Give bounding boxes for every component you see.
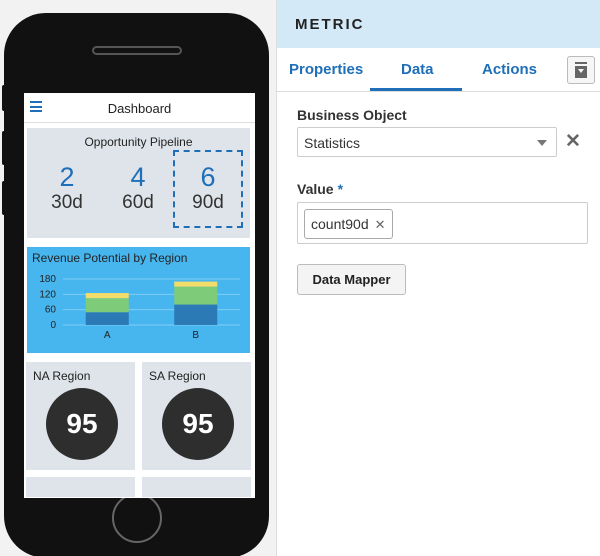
metric-90d-selected[interactable]: 6 90d (173, 150, 243, 228)
metric-60d[interactable]: 4 60d (103, 162, 173, 214)
value-label: Value * (297, 181, 343, 197)
x-tick-label: A (104, 330, 111, 341)
metric-value: 4 (130, 162, 146, 192)
pipeline-title: Opportunity Pipeline (84, 135, 193, 149)
bar-segment-a-0[interactable] (85, 312, 129, 325)
y-tick-label: 120 (39, 289, 56, 300)
revenue-tile[interactable]: Revenue Potential by Region 180 120 60 0 A B (27, 247, 250, 353)
phone-mute-button (2, 85, 10, 111)
clear-icon[interactable]: ✕ (565, 132, 581, 152)
pipeline-tile[interactable]: Opportunity Pipeline 2 30d 4 60d 6 90d (27, 128, 250, 238)
business-object-select[interactable]: Statistics (297, 127, 557, 157)
bar-segment-b-2[interactable] (174, 281, 218, 287)
metric-value: 2 (59, 162, 75, 192)
partial-tile (26, 477, 135, 497)
app-header: Dashboard (24, 93, 255, 123)
business-object-value: Statistics (304, 135, 361, 151)
region-value-circle: 95 (162, 388, 234, 460)
app-root: Dashboard Opportunity Pipeline 2 30d 4 6… (0, 0, 600, 556)
tab-properties[interactable]: Properties (289, 61, 363, 78)
metric-label: 90d (192, 192, 224, 213)
active-tab-indicator (370, 88, 462, 91)
device-preview-area: Dashboard Opportunity Pipeline 2 30d 4 6… (0, 0, 276, 556)
partial-tile (142, 477, 251, 497)
required-mark: * (337, 181, 344, 197)
y-tick-label: 180 (39, 274, 56, 285)
phone-screen: Dashboard Opportunity Pipeline 2 30d 4 6… (24, 93, 255, 498)
bar-segment-b-1[interactable] (174, 286, 218, 305)
phone-speaker (92, 46, 182, 55)
metric-30d[interactable]: 2 30d (32, 162, 102, 214)
revenue-chart: 180 120 60 0 A B (39, 274, 240, 341)
y-tick-label: 60 (45, 305, 57, 316)
metric-properties-panel: METRIC Properties Data Actions Business … (276, 0, 600, 556)
bar-segment-a-1[interactable] (85, 298, 129, 313)
y-tick-label: 0 (50, 320, 56, 331)
value-chip: count90d ✕ (304, 209, 393, 239)
business-object-label: Business Object (297, 107, 407, 123)
metric-label: 30d (51, 192, 83, 213)
bar-segment-b-0[interactable] (174, 304, 218, 325)
region-title: SA Region (149, 369, 206, 383)
x-tick-label: B (192, 330, 199, 341)
phone-volume-up-button (2, 131, 10, 165)
value-input[interactable]: count90d ✕ (297, 202, 588, 244)
value-label-text: Value (297, 181, 334, 197)
region-title: NA Region (33, 369, 91, 383)
panel-title: METRIC (295, 16, 365, 33)
sa-region-tile[interactable]: SA Region 95 (142, 362, 251, 470)
metric-label: 60d (122, 192, 154, 213)
value-chip-label: count90d (311, 216, 369, 232)
na-region-tile[interactable]: NA Region 95 (26, 362, 135, 470)
tab-actions[interactable]: Actions (482, 61, 537, 78)
panel-layout-icon (575, 62, 587, 78)
bar-segment-a-2[interactable] (85, 293, 129, 299)
panel-header: METRIC (277, 0, 600, 48)
panel-tabs: Properties Data Actions (277, 48, 600, 92)
region-value-circle: 95 (46, 388, 118, 460)
chevron-down-icon (537, 140, 547, 146)
phone-volume-down-button (2, 181, 10, 215)
revenue-title: Revenue Potential by Region (32, 251, 188, 265)
app-title: Dashboard (107, 101, 172, 116)
remove-chip-icon[interactable]: ✕ (375, 217, 386, 232)
panel-layout-button[interactable] (567, 56, 595, 84)
data-mapper-button[interactable]: Data Mapper (297, 264, 406, 295)
metric-value: 6 (200, 162, 216, 192)
phone-home-button (112, 493, 162, 543)
tab-data[interactable]: Data (401, 61, 434, 78)
